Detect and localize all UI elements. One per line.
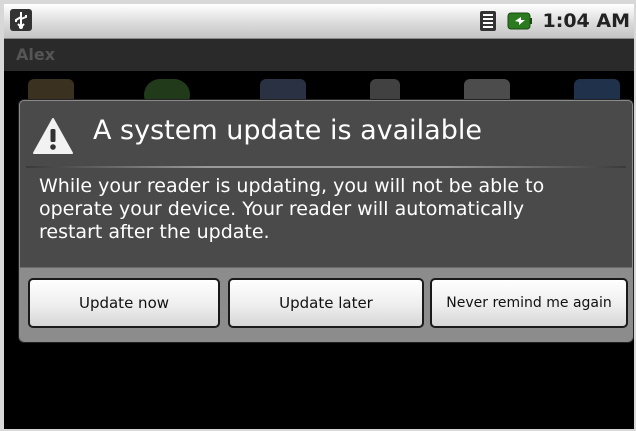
status-clock: 1:04 AM (542, 10, 631, 32)
dialog-title: A system update is available (93, 115, 482, 146)
wifi-icon (479, 10, 497, 32)
update-now-button[interactable]: Update now (28, 278, 220, 328)
app-title: Alex (16, 45, 56, 64)
dialog-header: A system update is available (20, 101, 632, 167)
status-bar: 1:04 AM (4, 4, 634, 39)
device-screen: 1:04 AM Alex A system update is availabl… (4, 4, 634, 429)
dialog-button-bar: Update now Update later Never remind me … (20, 267, 632, 341)
app-title-bar: Alex (4, 39, 634, 71)
dialog-divider (26, 166, 626, 168)
never-remind-button[interactable]: Never remind me again (430, 278, 628, 328)
dialog-message: While your reader is updating, you will … (39, 175, 545, 243)
update-later-button[interactable]: Update later (228, 278, 424, 328)
system-update-dialog: A system update is available While your … (19, 100, 633, 342)
warning-icon (32, 117, 74, 155)
battery-icon (507, 12, 533, 30)
usb-icon (10, 9, 32, 31)
